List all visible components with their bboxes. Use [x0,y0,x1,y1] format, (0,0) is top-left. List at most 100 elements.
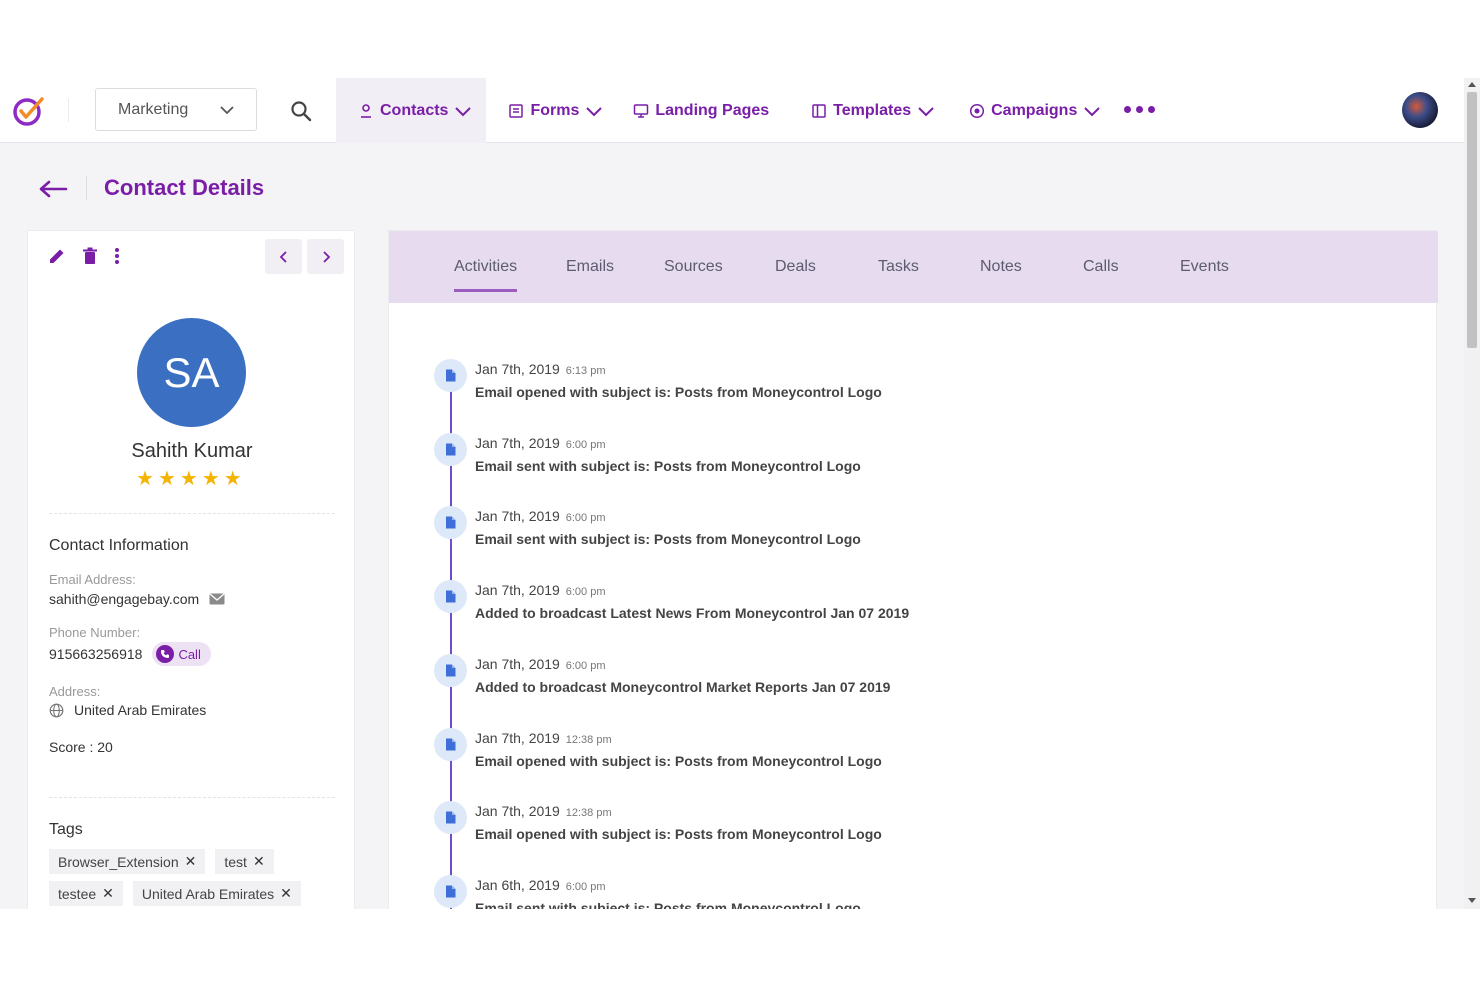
envelope-icon[interactable] [209,593,225,605]
call-button-label: Call [178,646,201,662]
email-label: Email Address: [49,572,136,587]
contact-name: Sahith Kumar [131,440,253,462]
globe-icon [49,703,64,717]
activity-date-text: Jan 7th, 2019 [475,361,560,377]
tab-emails[interactable]: Emails [566,231,614,303]
contact-toolbar [48,247,120,265]
activity-time: 6:00 pm [565,880,606,893]
star-icon[interactable]: ★ [180,469,198,489]
remove-tag-icon[interactable]: ✕ [102,885,114,902]
activity-description: Email opened with subject is: Posts from… [475,826,882,843]
document-icon [434,432,467,466]
nav-campaigns[interactable]: Campaigns [947,78,1113,143]
activity-time: 12:38 pm [565,733,612,746]
tab-activities[interactable]: Activities [454,231,518,303]
tab-deals[interactable]: Deals [775,231,816,303]
nav-divider [68,98,69,122]
address-label: Address: [49,684,101,699]
workspace-label: Marketing [118,100,189,118]
tag-chip: testee ✕ [49,881,123,906]
document-icon [434,359,467,392]
activity-time: 6:13 pm [565,365,606,377]
tab-notes[interactable]: Notes [980,231,1022,303]
search-icon[interactable] [290,100,312,122]
star-icon[interactable]: ★ [136,469,154,489]
tag-list: Browser_Extension ✕ test ✕ testee ✕ United Ara… [49,849,339,906]
workspace-dropdown[interactable]: Marketing [95,88,257,131]
document-icon [434,580,467,614]
nav-campaigns-label: Campaigns [991,101,1078,119]
phone-value: 915663256918 [49,646,143,662]
nav-templates[interactable]: Templates [781,78,947,143]
star-icon[interactable]: ★ [202,469,220,489]
nav-templates-label: Templates [833,101,912,119]
activity-time: 12:38 pm [565,807,612,820]
remove-tag-icon[interactable]: ✕ [280,885,292,902]
score-value: Score : 20 [49,739,113,755]
star-icon[interactable]: ★ [224,469,242,489]
activity-date: Jan 7th, 2019 12:38 pm [475,730,612,746]
activity-panel: Activities Emails Sources Deals Tasks Notes Ca… [388,230,1438,909]
tab-sources[interactable]: Sources [664,231,723,303]
kebab-menu-icon[interactable] [114,247,120,265]
nav-forms-label: Forms [530,101,580,119]
call-button[interactable]: Call [152,642,211,666]
phone-row: 915663256918 Call [49,642,211,666]
activity-time: 6:00 pm [565,586,606,599]
document-icon [434,727,467,761]
activity-description: Email sent with subject is: Posts from M… [475,531,861,548]
activity-description: Email sent with subject is: Posts from M… [475,457,861,474]
tab-calls[interactable]: Calls [1083,231,1119,303]
page-scrollbar[interactable] [1464,78,1480,909]
activity-time: 6:00 pm [565,438,606,451]
top-navbar: Marketing Contacts Forms Landing Pages T… [0,78,1464,143]
campaign-icon [970,103,985,118]
tab-tasks[interactable]: Tasks [878,231,919,303]
next-contact-button[interactable] [307,239,344,274]
activity-date-text: Jan 7th, 2019 [475,434,560,451]
star-rating[interactable]: ★ ★ ★ ★ ★ [136,469,242,489]
remove-tag-icon[interactable]: ✕ [253,853,265,870]
document-icon [434,506,467,540]
chevron-left-icon [279,250,287,263]
star-icon[interactable]: ★ [158,469,176,489]
remove-tag-icon[interactable]: ✕ [185,853,197,870]
chevron-down-icon [455,106,472,116]
nav-contacts[interactable]: Contacts [336,78,487,143]
activity-description: Added to broadcast Moneycontrol Market R… [475,678,891,695]
edit-icon[interactable] [48,247,66,265]
scroll-up-icon[interactable] [1468,82,1476,87]
more-menu-icon[interactable] [1124,106,1155,113]
chevron-down-icon [1084,106,1101,116]
chevron-down-icon [918,106,934,116]
tag-chip: test ✕ [215,849,274,874]
user-avatar[interactable] [1402,92,1438,128]
activity-date-text: Jan 7th, 2019 [475,582,560,599]
activity-date-text: Jan 6th, 2019 [475,876,560,893]
activity-date: Jan 6th, 2019 6:00 pm [475,877,606,893]
app-logo-icon[interactable] [12,94,48,126]
contact-info-title: Contact Information [49,537,189,554]
app-viewport: Marketing Contacts Forms Landing Pages T… [0,78,1480,909]
phone-label: Phone Number: [49,625,141,640]
tag-label: Browser_Extension [58,853,179,870]
nav-forms[interactable]: Forms [486,78,615,143]
trash-icon[interactable] [82,247,98,265]
activity-date-text: Jan 7th, 2019 [475,508,560,525]
scroll-down-icon[interactable] [1468,898,1476,903]
email-value[interactable]: sahith@engagebay.com [49,591,199,607]
prev-contact-button[interactable] [265,239,302,274]
chevron-down-icon [220,105,234,114]
contact-card: SA Sahith Kumar ★ ★ ★ ★ ★ Contact Informatio… [27,230,355,909]
activity-date-text: Jan 7th, 2019 [475,803,560,820]
activity-time: 6:00 pm [565,512,606,525]
back-arrow-icon[interactable] [38,179,68,199]
chevron-down-icon [586,106,603,116]
tab-events[interactable]: Events [1180,231,1229,303]
nav-landing-pages-label: Landing Pages [655,101,770,119]
tag-chip: Browser_Extension ✕ [49,849,206,874]
header-divider [86,176,87,200]
document-icon [434,874,467,908]
scrollbar-thumb[interactable] [1467,92,1477,348]
nav-landing-pages[interactable]: Landing Pages [615,78,781,143]
